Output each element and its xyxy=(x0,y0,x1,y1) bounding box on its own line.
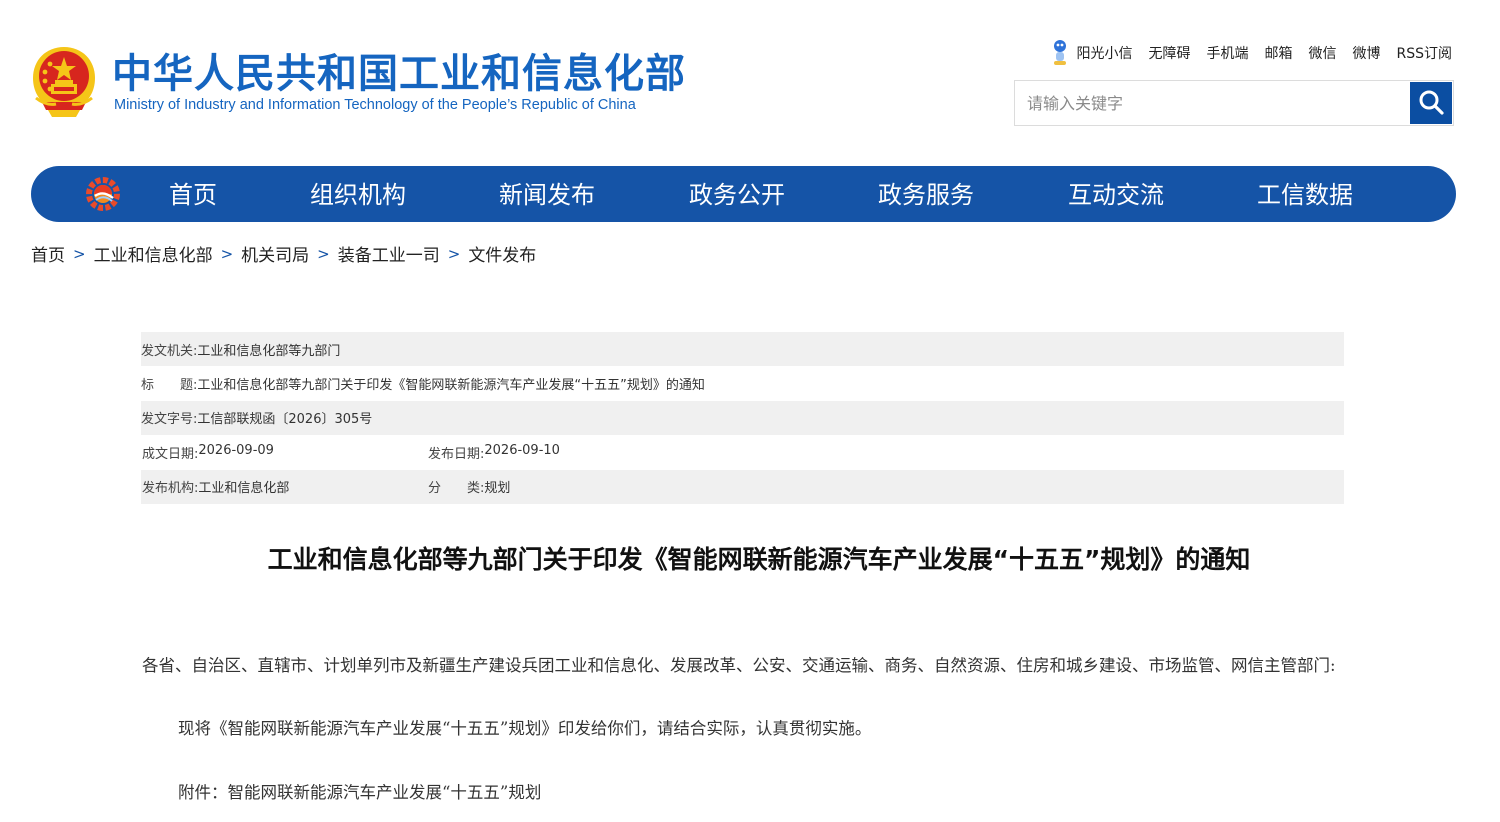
written-date-label: 成文日期: xyxy=(142,446,199,462)
nav-item-government-affairs[interactable]: 政务公开 xyxy=(689,166,785,222)
article-paragraph-notice: 现将《智能网联新能源汽车产业发展“十五五”规划》印发给你们，请结合实际，认真贯彻… xyxy=(178,719,872,738)
top-link-label: 阳光小信 xyxy=(1076,46,1133,62)
breadcrumb-separator: > xyxy=(73,244,86,263)
breadcrumb-miit[interactable]: 工业和信息化部 xyxy=(94,241,213,266)
doc-no-label: 发文字号: xyxy=(141,412,198,428)
breadcrumb-home[interactable]: 首页 xyxy=(31,241,65,266)
subject-value: 工业和信息化部等九部门关于印发《智能网联新能源汽车产业发展“十五五”规划》的通知 xyxy=(197,378,705,394)
publisher-value: 工业和信息化部 xyxy=(198,481,290,497)
breadcrumb-equipment-dept[interactable]: 装备工业一司 xyxy=(338,241,440,266)
breadcrumb-documents[interactable]: 文件发布 xyxy=(468,241,536,266)
doc-no-value: 工信部联规函〔2026〕305号 xyxy=(197,412,373,428)
search-input[interactable] xyxy=(1015,81,1409,125)
top-link-wechat[interactable]: 微信 xyxy=(1308,43,1336,63)
main-nav: 首页 组织机构 新闻发布 政务公开 政务服务 互动交流 工信数据 xyxy=(31,166,1456,222)
article-title: 工业和信息化部等九部门关于印发《智能网联新能源汽车产业发展“十五五”规划》的通知 xyxy=(267,545,1251,574)
publish-date-value: 2026-09-10 xyxy=(484,442,560,458)
breadcrumb-separator: > xyxy=(220,244,234,263)
breadcrumb-separator: > xyxy=(447,244,461,263)
publisher-label: 发布机构: xyxy=(142,481,199,497)
breadcrumb: 首页 > 工业和信息化部 > 机关司局 > 装备工业一司 > 文件发布 xyxy=(31,241,536,267)
info-row-subject: 标 题: 工业和信息化部等九部门关于印发《智能网联新能源汽车产业发展“十五五”规… xyxy=(141,366,1344,400)
search-button[interactable] xyxy=(1410,82,1452,124)
top-link-mobile[interactable]: 手机端 xyxy=(1206,43,1248,63)
category-value: 规划 xyxy=(484,481,511,497)
publish-date-label: 发布日期: xyxy=(428,446,485,462)
top-link-mailbox[interactable]: 邮箱 xyxy=(1264,43,1292,63)
search-icon xyxy=(1418,89,1444,118)
article-attachment-link[interactable]: 附件：智能网联新能源汽车产业发展“十五五”规划 xyxy=(178,777,1388,809)
nav-item-news[interactable]: 新闻发布 xyxy=(499,166,595,222)
national-emblem-logo[interactable] xyxy=(28,44,100,120)
issuer-value: 工业和信息化部等九部门 xyxy=(197,343,341,359)
top-link-sunshine[interactable]: 阳光小信 xyxy=(1050,39,1132,67)
breadcrumb-departments[interactable]: 机关司局 xyxy=(241,241,309,266)
info-row-dates: 成文日期: 2026-09-09 发布日期: 2026-09-10 xyxy=(141,435,1344,469)
mascot-icon xyxy=(1050,39,1070,67)
search-box xyxy=(1014,80,1454,126)
nav-item-interaction[interactable]: 互动交流 xyxy=(1068,166,1164,222)
nav-item-organization[interactable]: 组织机构 xyxy=(310,166,406,222)
document-info-table: 发文机关: 工业和信息化部等九部门 标 题: 工业和信息化部等九部门关于印发《智… xyxy=(141,332,1344,504)
issuer-label: 发文机关: xyxy=(141,343,198,359)
nav-item-home[interactable]: 首页 xyxy=(169,166,217,222)
subject-label: 标 题: xyxy=(141,378,198,394)
top-link-rss[interactable]: RSS订阅 xyxy=(1396,43,1452,63)
top-links: 阳光小信 无障碍 手机端 邮箱 微信 微博 RSS订阅 xyxy=(1050,40,1452,66)
category-label: 分 类: xyxy=(428,481,485,497)
nav-item-government-services[interactable]: 政务服务 xyxy=(878,166,974,222)
site-subtitle: Ministry of Industry and Information Tec… xyxy=(114,97,636,113)
info-row-publisher: 发布机构: 工业和信息化部 分 类: 规划 xyxy=(141,469,1344,504)
top-link-accessibility[interactable]: 无障碍 xyxy=(1148,43,1190,63)
info-row-doc-no: 发文字号: 工信部联规函〔2026〕305号 xyxy=(141,400,1344,436)
article-paragraph-recipients: 各省、自治区、直辖市、计划单列市及新疆生产建设兵团工业和信息化、发展改革、公安、… xyxy=(142,656,1336,675)
breadcrumb-separator: > xyxy=(317,244,330,263)
top-link-weibo[interactable]: 微博 xyxy=(1352,43,1380,63)
written-date-value: 2026-09-09 xyxy=(198,442,274,458)
miit-gear-logo-icon xyxy=(85,176,121,212)
site-title: 中华人民共和国工业和信息化部 xyxy=(112,51,686,97)
nav-item-data[interactable]: 工信数据 xyxy=(1257,166,1353,222)
info-row-issuer: 发文机关: 工业和信息化部等九部门 xyxy=(141,332,1344,367)
